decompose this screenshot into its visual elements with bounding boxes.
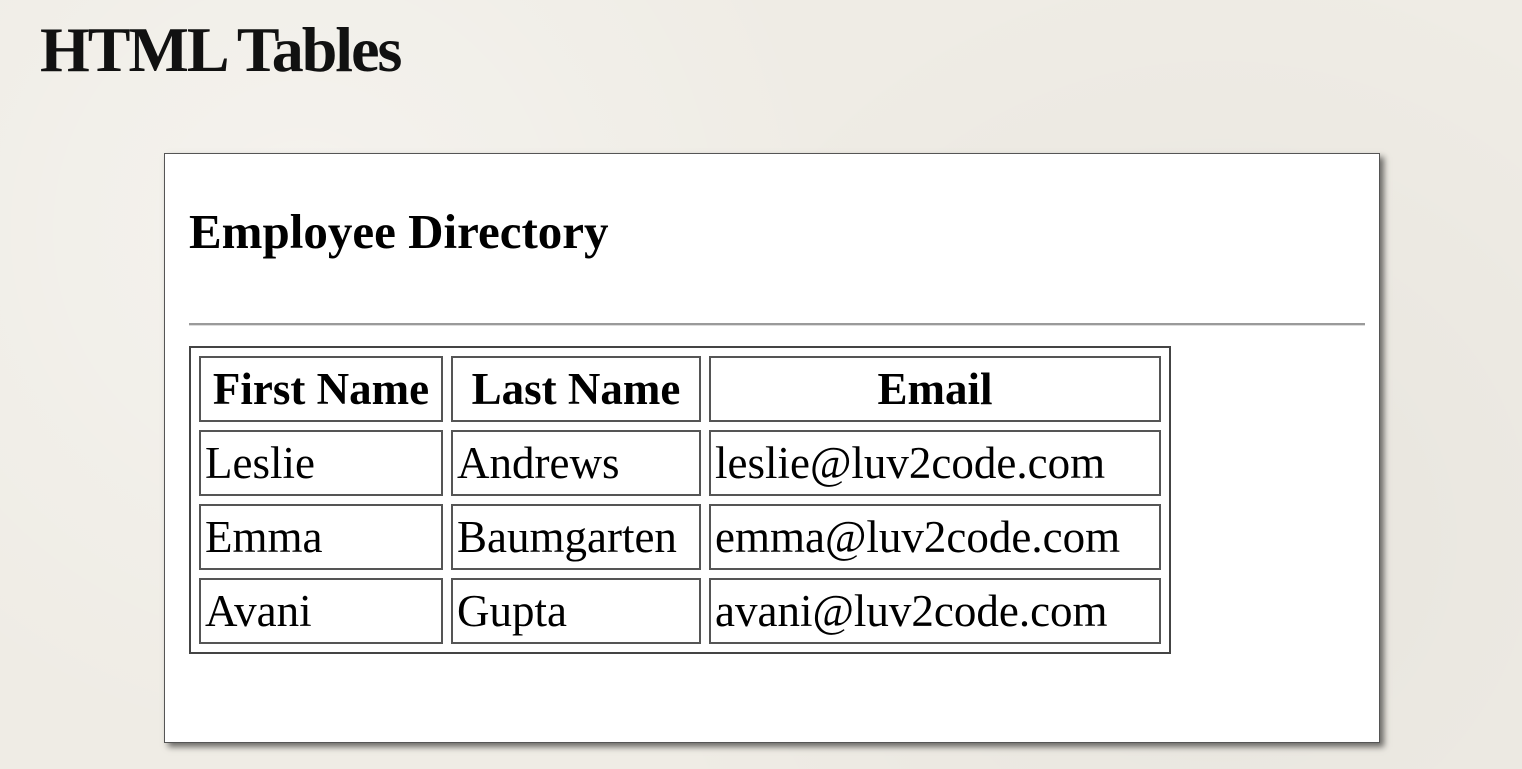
- table-header: First Name Last Name Email: [199, 356, 1161, 422]
- cell-first-name: Avani: [199, 578, 443, 644]
- slide-title: HTML Tables: [40, 14, 402, 85]
- header-first-name: First Name: [199, 356, 443, 422]
- horizontal-rule: [189, 323, 1365, 326]
- table-row: Leslie Andrews leslie@luv2code.com: [199, 430, 1161, 496]
- table-row: Avani Gupta avani@luv2code.com: [199, 578, 1161, 644]
- cell-last-name: Baumgarten: [451, 504, 701, 570]
- header-last-name: Last Name: [451, 356, 701, 422]
- cell-last-name: Gupta: [451, 578, 701, 644]
- table-row: Emma Baumgarten emma@luv2code.com: [199, 504, 1161, 570]
- employee-table: First Name Last Name Email Leslie Andrew…: [189, 346, 1171, 654]
- cell-first-name: Emma: [199, 504, 443, 570]
- cell-last-name: Andrews: [451, 430, 701, 496]
- header-email: Email: [709, 356, 1161, 422]
- cell-email: leslie@luv2code.com: [709, 430, 1161, 496]
- browser-page-frame: Employee Directory First Name Last Name …: [164, 153, 1380, 743]
- cell-email: emma@luv2code.com: [709, 504, 1161, 570]
- cell-first-name: Leslie: [199, 430, 443, 496]
- cell-email: avani@luv2code.com: [709, 578, 1161, 644]
- table-header-row: First Name Last Name Email: [199, 356, 1161, 422]
- page-heading: Employee Directory: [189, 204, 609, 259]
- table-body: Leslie Andrews leslie@luv2code.com Emma …: [199, 430, 1161, 644]
